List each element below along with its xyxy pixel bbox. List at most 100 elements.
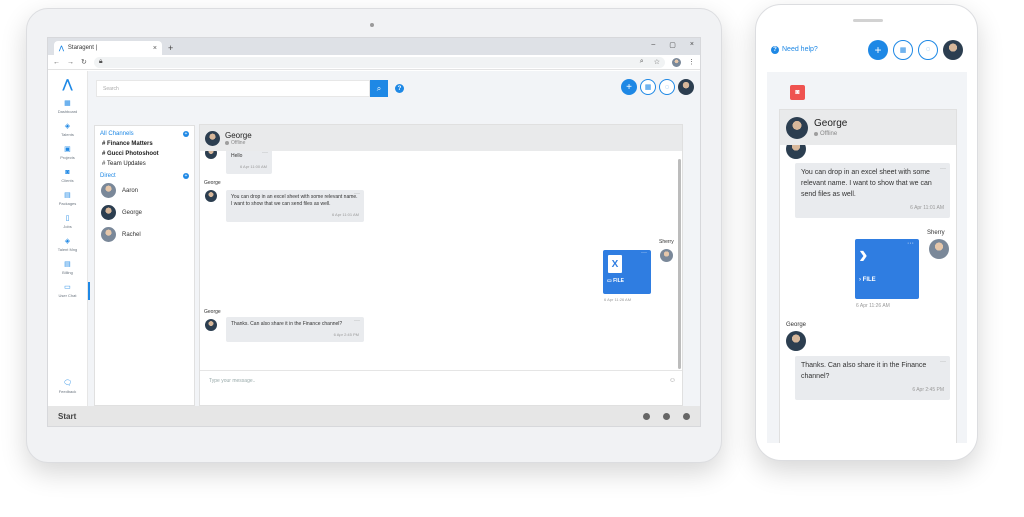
message-bubble: ··· You can drop in an excel sheet with … xyxy=(226,190,364,222)
sender-name: George xyxy=(204,180,221,186)
close-window-button[interactable]: × xyxy=(690,41,694,49)
taskbar-dots xyxy=(643,412,690,420)
close-tab-icon[interactable]: × xyxy=(153,45,157,52)
sidebar-item-clients[interactable]: ◙ Clients xyxy=(58,169,78,183)
dot-icon[interactable] xyxy=(683,412,690,420)
channel-item[interactable]: # Gucci Photoshoot xyxy=(102,151,189,157)
phone-message-list: ··· You can drop in an excel sheet with … xyxy=(780,145,956,443)
feedback-button[interactable]: 🗨︎ Feedback xyxy=(59,380,77,394)
chat-scrollbar[interactable] xyxy=(678,159,681,369)
message-menu-icon[interactable]: ··· xyxy=(262,151,268,157)
sidebar-item-label: Jobs xyxy=(63,224,72,229)
dashboard-icon: ▦ xyxy=(64,100,71,107)
sidebar-item-dashboard[interactable]: ▦ Dashboard xyxy=(58,100,78,114)
file-type: FILE xyxy=(613,278,624,284)
search-input[interactable]: Search xyxy=(96,80,370,97)
sender-name: George xyxy=(786,322,807,328)
sidebar-item-projects[interactable]: ▣ Projects xyxy=(58,146,78,160)
header-actions: + ▦ ◌ xyxy=(621,79,694,95)
contact-name: George xyxy=(225,130,252,140)
messages-icon[interactable]: ◌ xyxy=(659,79,675,95)
file-attachment[interactable]: ··· X ▭ FILE xyxy=(603,250,651,294)
message-input[interactable]: Type your message.. ☺ xyxy=(200,370,682,405)
message-menu-icon[interactable]: ··· xyxy=(940,357,946,368)
phone-frame: ◙ George Offline ··· You can drop in an … xyxy=(755,4,978,461)
phone-speaker xyxy=(853,19,883,22)
contact-status: Offline xyxy=(231,139,246,146)
direct-item-george[interactable]: George xyxy=(101,205,189,220)
browser-menu-icon[interactable]: ⋮ xyxy=(688,58,695,66)
sidebar-item-talents[interactable]: ◈ Talents xyxy=(58,123,78,137)
chat-bubble-icon[interactable]: ◙ xyxy=(790,85,805,100)
new-tab-button[interactable]: + xyxy=(168,43,173,53)
channel-item[interactable]: # Finance Matters xyxy=(102,141,189,147)
profile-avatar[interactable] xyxy=(672,57,681,67)
message-text: You can drop in an excel sheet with some… xyxy=(231,194,358,207)
file-attachment[interactable]: ··· › › FILE xyxy=(855,239,919,299)
dot-icon[interactable] xyxy=(643,412,650,420)
sender-avatar xyxy=(660,249,673,262)
channel-item[interactable]: # Team Updates xyxy=(102,161,189,167)
messages-icon[interactable]: ◌ xyxy=(918,39,938,60)
sender-name: George xyxy=(204,309,221,315)
direct-label[interactable]: Direct xyxy=(100,173,116,179)
start-button[interactable]: Start xyxy=(58,412,76,421)
add-channel-button[interactable]: + xyxy=(183,131,189,137)
sidebar-item-jobs[interactable]: ▯ Jobs xyxy=(58,215,78,229)
message-text: Hello xyxy=(231,153,243,159)
channels-panel: All Channels + # Finance Matters # Gucci… xyxy=(94,125,195,406)
browser-tab[interactable]: ⋀ Staragent | × xyxy=(54,41,162,55)
app-logo-icon[interactable]: ⋀ xyxy=(63,77,73,91)
search-button[interactable]: ⌕ xyxy=(370,80,388,97)
message-menu-icon[interactable]: ··· xyxy=(907,240,914,247)
calendar-icon[interactable]: ▦ xyxy=(640,79,656,95)
address-bar[interactable]: 🔒︎ ⌕ ☆ xyxy=(93,56,665,68)
add-direct-button[interactable]: + xyxy=(183,173,189,179)
forward-icon[interactable]: → xyxy=(67,59,74,66)
emoji-icon[interactable]: ☺ xyxy=(669,377,676,384)
message-menu-icon[interactable]: ··· xyxy=(940,164,946,175)
file-chevron-icon: › xyxy=(859,239,868,269)
sender-avatar xyxy=(205,151,217,159)
talent-mgt-icon: ◈ xyxy=(64,238,71,245)
tablet-camera xyxy=(370,23,374,27)
reload-icon[interactable]: ↻ xyxy=(81,58,87,66)
sidebar-item-user-chat[interactable]: ▭ User Chat xyxy=(58,282,90,300)
minimize-button[interactable]: – xyxy=(651,41,655,49)
clients-icon: ◙ xyxy=(65,169,70,176)
message-time: 6 Apr 11:01 AM xyxy=(331,212,359,217)
sidebar-item-packages[interactable]: ▤ Packages xyxy=(58,192,78,206)
need-help-label: Need help? xyxy=(782,46,818,53)
maximize-button[interactable]: ▢ xyxy=(669,41,676,49)
add-button[interactable]: + xyxy=(621,79,637,95)
calendar-icon[interactable]: ▦ xyxy=(893,39,913,60)
message-text: Thanks. Can also share it in the Finance… xyxy=(801,362,927,380)
zoom-icon[interactable]: ⌕ xyxy=(640,58,644,66)
sidebar-item-billing[interactable]: ▤ Billing xyxy=(58,261,78,275)
status-dot xyxy=(814,132,818,136)
dot-icon[interactable] xyxy=(663,412,670,420)
search-icon: ⌕ xyxy=(376,83,382,93)
direct-name: George xyxy=(122,209,143,216)
sender-avatar xyxy=(786,145,806,159)
browser-toolbar: ← → ↻ 🔒︎ ⌕ ☆ ⋮ xyxy=(48,55,700,70)
need-help-link[interactable]: ? Need help? xyxy=(771,45,818,54)
message-bubble: ··· Thanks. Can also share it in the Fin… xyxy=(226,317,364,342)
user-avatar[interactable] xyxy=(943,39,963,60)
direct-item-rachel[interactable]: Rachel xyxy=(101,227,189,242)
sidebar-item-talent-mng[interactable]: ◈ Talent Mng xyxy=(58,238,78,252)
add-button[interactable]: + xyxy=(868,39,888,60)
file-label: ▭ FILE xyxy=(607,278,624,284)
message-menu-icon[interactable]: ··· xyxy=(641,250,647,256)
user-avatar[interactable] xyxy=(678,79,694,95)
all-channels-label[interactable]: All Channels xyxy=(100,131,134,137)
message-menu-icon[interactable]: ··· xyxy=(354,318,360,325)
message-menu-icon[interactable]: ··· xyxy=(354,191,360,198)
bookmark-star-icon[interactable]: ☆ xyxy=(654,58,660,66)
direct-item-aaron[interactable]: Aaron xyxy=(101,183,189,198)
sender-avatar xyxy=(786,331,806,351)
message-time: 6 Apr 11:26 AM xyxy=(604,297,632,302)
help-icon[interactable]: ? xyxy=(395,84,404,93)
chat-panel: George Offline ··· Hello 6 Apr 11:00 AM … xyxy=(199,124,683,406)
back-icon[interactable]: ← xyxy=(53,59,60,66)
